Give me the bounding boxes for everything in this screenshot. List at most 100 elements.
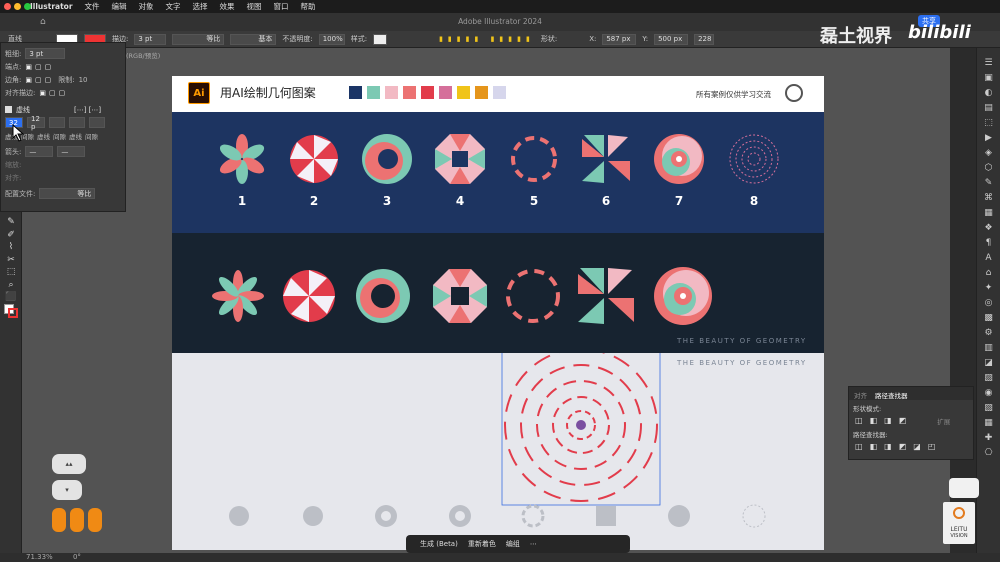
merge-icon[interactable]: ◨: [884, 442, 892, 451]
expand-button[interactable]: 扩展: [937, 416, 950, 426]
play-icon[interactable]: [949, 478, 979, 498]
selected-spiral-pattern[interactable]: [504, 353, 658, 502]
pattern-2-1-flower[interactable]: [212, 270, 264, 322]
pattern-2-5-dashed-ring[interactable]: [506, 269, 560, 323]
minimize-window-button[interactable]: [14, 3, 21, 10]
shape-mode-buttons[interactable]: ◫ ◧ ◨ ◩ 扩展: [849, 416, 973, 426]
intersect-icon[interactable]: ◨: [884, 416, 892, 426]
document-tab[interactable]: (RGB/预览): [126, 50, 160, 60]
pattern-6-pinwheel[interactable]: [582, 135, 630, 183]
tool-icons[interactable]: ✎ ✐ ⌇ ✂ ⬚ ⌕ ⬛: [5, 216, 17, 304]
rotation-value[interactable]: 0°: [73, 553, 81, 561]
swatch-6: [439, 86, 452, 99]
exclude-icon[interactable]: ◩: [899, 416, 907, 426]
arrowhead-end-select[interactable]: —: [57, 146, 86, 157]
patterns-row-1[interactable]: [172, 112, 824, 233]
minus-front-icon[interactable]: ◧: [870, 416, 878, 426]
align-icons[interactable]: ▮▮▮▮▮ ▮▮▮▮▮: [439, 35, 535, 43]
limit-field[interactable]: 10: [79, 76, 88, 84]
limit-label: 限制:: [58, 75, 75, 84]
close-window-button[interactable]: [4, 3, 11, 10]
pattern-5-dashed-ring[interactable]: [511, 136, 557, 182]
x-field[interactable]: 587 px: [602, 33, 637, 45]
menu-edit[interactable]: 编辑: [112, 1, 127, 12]
stroke-weight-field[interactable]: 3 pt: [134, 33, 167, 45]
dock-icons[interactable]: ☰ ▣ ◐ ▤ ⬚ ▶ ◈ ⬡ ✎ ⌘ ▦ ❖ ¶ A ⌂ ✦ ◎ ▩ ⚙ ▥ ◪ ▨ ◉ ▧ ▦ ✚ ⎔: [977, 48, 1000, 461]
unite-icon[interactable]: ◫: [855, 416, 863, 426]
pattern-2-2-umbrella[interactable]: [283, 270, 335, 322]
outline-icon[interactable]: ◪: [913, 442, 921, 451]
pattern-2-3-ring[interactable]: [356, 269, 410, 323]
crop-icon[interactable]: ◩: [899, 442, 907, 451]
minus-back-icon[interactable]: ◰: [928, 442, 936, 451]
pattern-2-7-swirl[interactable]: [654, 267, 712, 325]
menu-window[interactable]: 窗口: [274, 1, 289, 12]
stroke-color-icon[interactable]: [8, 308, 18, 318]
zoom-level[interactable]: 71.33%: [26, 553, 53, 561]
pattern-2-6-pinwheel[interactable]: [578, 268, 634, 324]
menu-help[interactable]: 帮助: [301, 1, 316, 12]
zoom-window-button[interactable]: [24, 3, 31, 10]
group-button[interactable]: 编组: [506, 539, 520, 549]
style-swatch[interactable]: [373, 33, 388, 45]
tab-align[interactable]: 对齐: [854, 390, 867, 400]
weight-field[interactable]: 3 pt: [25, 48, 66, 59]
dashed-checkbox[interactable]: [5, 106, 12, 113]
profile-select[interactable]: 等比: [39, 188, 96, 199]
contextual-task-bar: 生成 (Beta) 重新着色 编组 ⋯: [406, 535, 630, 553]
menu-object[interactable]: 对象: [139, 1, 154, 12]
pattern-7-swirl[interactable]: [654, 134, 704, 184]
arrowhead-start-select[interactable]: —: [25, 146, 54, 157]
dash-field-3[interactable]: [89, 117, 105, 128]
pattern-2-4-octagon[interactable]: [433, 269, 487, 323]
thumb-8: [742, 504, 766, 528]
align-stroke-icons[interactable]: ▣▢▢: [39, 89, 68, 97]
home-icon[interactable]: ⌂: [40, 13, 46, 31]
menu-app[interactable]: Illustrator: [30, 2, 73, 11]
pattern-3-ring[interactable]: [362, 134, 412, 184]
patterns-row-2[interactable]: [172, 233, 824, 353]
pattern-1-flower[interactable]: [217, 134, 266, 184]
pattern-8-spiral[interactable]: [729, 134, 779, 184]
menu-effect[interactable]: 效果: [220, 1, 235, 12]
dash-field-2[interactable]: [49, 117, 65, 128]
pattern-2-umbrella[interactable]: [290, 135, 338, 183]
gap-header-2: 间隙: [53, 132, 66, 141]
trim-icon[interactable]: ◧: [870, 442, 878, 451]
more-options-icon[interactable]: ⋯: [530, 540, 537, 548]
swatch-4: [403, 86, 416, 99]
x-label: X:: [589, 35, 597, 43]
pattern-number-8: 8: [749, 194, 759, 208]
tab-pathfinder[interactable]: 路径查找器: [875, 390, 908, 400]
right-dock: ☰ ▣ ◐ ▤ ⬚ ▶ ◈ ⬡ ✎ ⌘ ▦ ❖ ¶ A ⌂ ✦ ◎ ▩ ⚙ ▥ ◪ ▨ ◉ ▧ ▦ ✚ ⎔: [976, 48, 1000, 553]
gap-field-1[interactable]: 12 p: [27, 115, 45, 131]
artboard[interactable]: Ai 用AI绘制几何图案 所有案例仅供学习交流 1 2 3 4 5 6 7 8 …: [172, 76, 824, 550]
pathfinder-buttons[interactable]: ◫ ◧ ◨ ◩ ◪ ◰: [849, 442, 973, 451]
pathfinder-panel: 对齐 路径查找器 形状模式: ◫ ◧ ◨ ◩ 扩展 路径查找器: ◫ ◧ ◨ ◩ ◪ ◰: [848, 386, 974, 460]
y-field[interactable]: 500 px: [654, 33, 689, 45]
variable-width-profile[interactable]: 等比: [172, 33, 225, 45]
patterns-row-3[interactable]: [172, 353, 824, 550]
divide-icon[interactable]: ◫: [855, 442, 863, 451]
artboard-title: 用AI绘制几何图案: [220, 86, 316, 100]
generate-button[interactable]: 生成 (Beta): [420, 539, 458, 549]
menu-select[interactable]: 选择: [193, 1, 208, 12]
menu-file[interactable]: 文件: [85, 1, 100, 12]
scroll-down-button[interactable]: ▾: [52, 480, 82, 500]
pattern-number-5: 5: [529, 194, 539, 208]
recolor-button[interactable]: 重新着色: [468, 539, 496, 549]
opacity-field[interactable]: 100%: [318, 33, 345, 45]
window-controls: [4, 3, 31, 10]
scroll-up-button[interactable]: ▴▴: [52, 454, 86, 474]
corner-icons[interactable]: ▣▢▢: [25, 76, 54, 84]
cap-icons[interactable]: ▣▢▢: [25, 63, 54, 71]
swatch-8: [475, 86, 488, 99]
pattern-4-octagon[interactable]: [435, 134, 485, 184]
menu-view[interactable]: 视图: [247, 1, 262, 12]
gap-field-2[interactable]: [69, 117, 85, 128]
thumb-2: [303, 506, 323, 526]
dash-align-icons[interactable]: [⋯] [⋯]: [74, 106, 101, 114]
w-field[interactable]: 228: [694, 33, 715, 45]
menu-type[interactable]: 文字: [166, 1, 181, 12]
brush-definition[interactable]: 基本: [230, 33, 277, 45]
